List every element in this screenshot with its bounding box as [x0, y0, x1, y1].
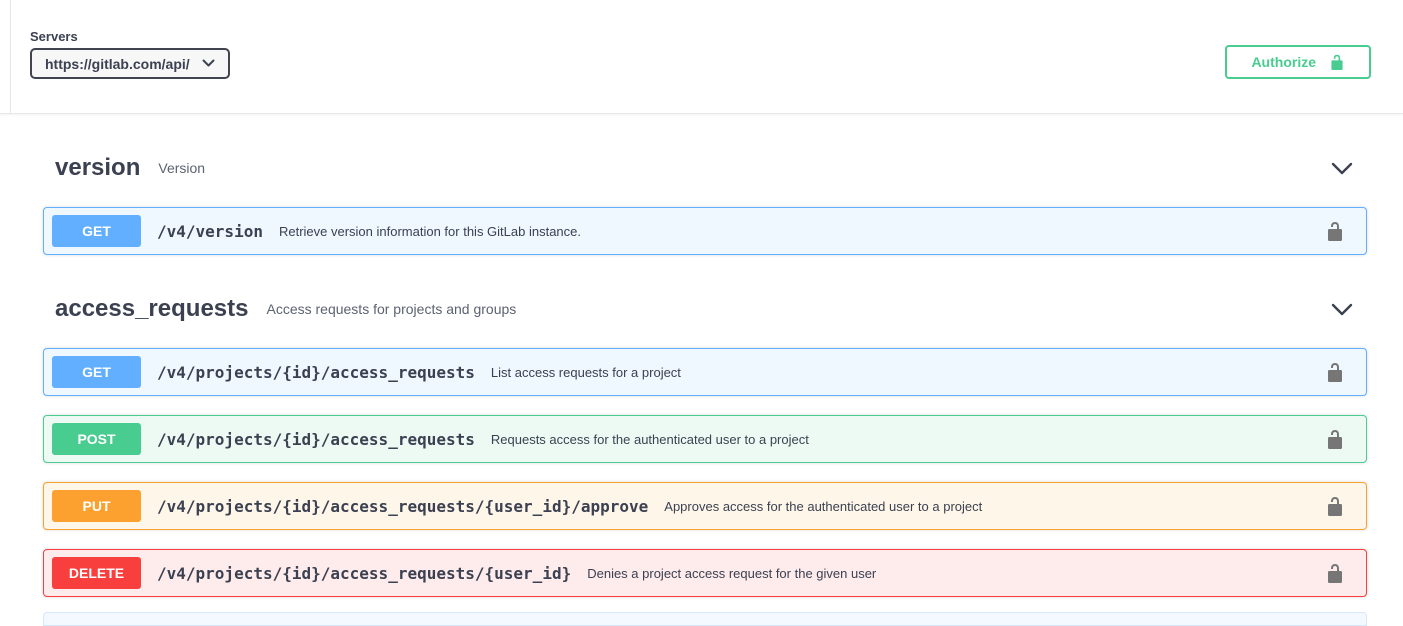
unlock-icon [1325, 221, 1345, 241]
unlock-icon [1325, 362, 1345, 382]
lock-button[interactable] [1325, 429, 1345, 449]
chevron-down-icon[interactable] [1331, 162, 1353, 175]
method-badge: GET [52, 215, 141, 247]
operation-summary: Requests access for the authenticated us… [491, 432, 809, 447]
unlock-icon [1325, 429, 1345, 449]
operation-list: GET /v4/version Retrieve version informa… [43, 207, 1367, 255]
servers-block: Servers https://gitlab.com/api/ [30, 29, 230, 79]
section-header[interactable]: version Version [55, 154, 1353, 182]
chevron-down-icon[interactable] [1331, 303, 1353, 316]
operation-path: /v4/version [157, 222, 263, 241]
section-title: access_requests [55, 295, 248, 323]
operation-row[interactable]: DELETE /v4/projects/{id}/access_requests… [43, 549, 1367, 597]
operation-list: GET /v4/projects/{id}/access_requests Li… [43, 348, 1367, 597]
chevron-down-icon [202, 59, 215, 68]
authorize-button[interactable]: Authorize [1225, 45, 1371, 79]
operation-summary: List access requests for a project [491, 365, 681, 380]
operation-path: /v4/projects/{id}/access_requests/{user_… [157, 497, 648, 516]
operation-path: /v4/projects/{id}/access_requests [157, 430, 475, 449]
operation-row[interactable]: POST /v4/projects/{id}/access_requests R… [43, 415, 1367, 463]
unlock-icon [1329, 54, 1345, 70]
section-description: Version [158, 160, 205, 176]
section-header[interactable]: access_requests Access requests for proj… [55, 295, 1353, 323]
next-operation-partial[interactable] [43, 612, 1367, 626]
scheme-container: Servers https://gitlab.com/api/ Authoriz… [0, 0, 1403, 114]
server-select-value: https://gitlab.com/api/ [45, 56, 190, 72]
api-sections: version Version GET /v4/version Retrieve… [0, 154, 1403, 597]
authorize-label: Authorize [1251, 54, 1316, 70]
lock-button[interactable] [1325, 221, 1345, 241]
section-description: Access requests for projects and groups [266, 301, 516, 317]
unlock-icon [1325, 496, 1345, 516]
unlock-icon [1325, 563, 1345, 583]
server-select[interactable]: https://gitlab.com/api/ [30, 48, 230, 79]
operation-summary: Retrieve version information for this Gi… [279, 224, 581, 239]
left-divider-rule [10, 0, 11, 114]
operation-row[interactable]: PUT /v4/projects/{id}/access_requests/{u… [43, 482, 1367, 530]
lock-button[interactable] [1325, 362, 1345, 382]
api-section: access_requests Access requests for proj… [43, 295, 1367, 597]
operation-summary: Approves access for the authenticated us… [664, 499, 982, 514]
servers-label: Servers [30, 29, 230, 44]
operation-summary: Denies a project access request for the … [587, 566, 876, 581]
lock-button[interactable] [1325, 563, 1345, 583]
api-section: version Version GET /v4/version Retrieve… [43, 154, 1367, 255]
lock-button[interactable] [1325, 496, 1345, 516]
operation-path: /v4/projects/{id}/access_requests [157, 363, 475, 382]
method-badge: DELETE [52, 557, 141, 589]
operation-path: /v4/projects/{id}/access_requests/{user_… [157, 564, 571, 583]
operation-row[interactable]: GET /v4/projects/{id}/access_requests Li… [43, 348, 1367, 396]
operation-row[interactable]: GET /v4/version Retrieve version informa… [43, 207, 1367, 255]
method-badge: GET [52, 356, 141, 388]
method-badge: PUT [52, 490, 141, 522]
method-badge: POST [52, 423, 141, 455]
section-title: version [55, 154, 140, 182]
